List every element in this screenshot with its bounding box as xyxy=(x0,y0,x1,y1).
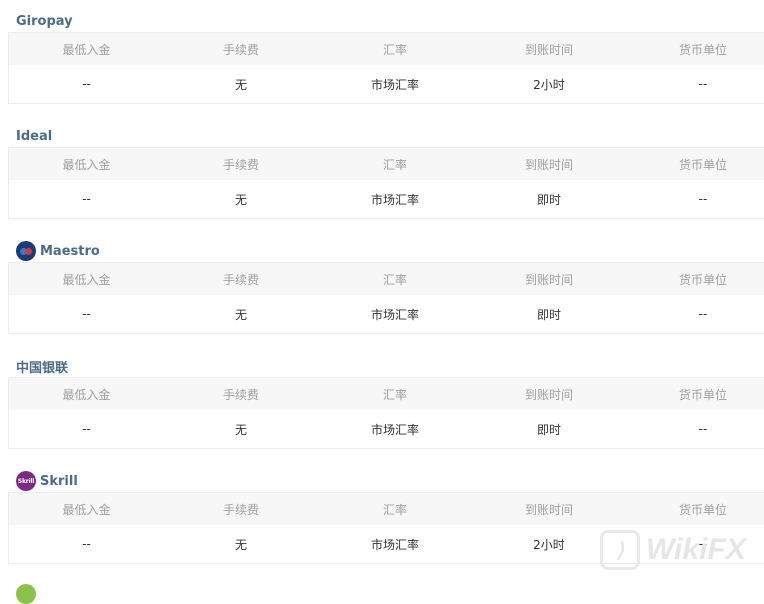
header-arrival-time: 到账时间 xyxy=(524,42,573,57)
method-title-text: Ideal xyxy=(16,128,53,144)
header-fee: 手续费 xyxy=(222,272,259,287)
cell-fee: 无 xyxy=(234,192,247,207)
header-exchange-rate: 汇率 xyxy=(382,387,407,402)
header-min-deposit: 最低入金 xyxy=(62,272,111,287)
header-exchange-rate: 汇率 xyxy=(382,502,407,517)
header-min-deposit: 最低入金 xyxy=(62,42,111,57)
cell-currency: -- xyxy=(698,77,708,91)
header-currency: 货币单位 xyxy=(678,387,727,402)
header-fee: 手续费 xyxy=(222,387,259,402)
table-header-row: 最低入金 手续费 汇率 到账时间 货币单位 xyxy=(9,148,764,180)
method-title-text: 中国银联 xyxy=(16,360,69,376)
cell-min-deposit: -- xyxy=(82,422,91,436)
header-currency: 货币单位 xyxy=(678,272,727,287)
header-currency: 货币单位 xyxy=(678,157,727,172)
method-title-text: Giropay xyxy=(16,13,73,29)
cell-exchange-rate: 市场汇率 xyxy=(370,422,419,437)
cell-min-deposit: -- xyxy=(82,77,91,91)
header-min-deposit: 最低入金 xyxy=(62,502,111,517)
header-fee: 手续费 xyxy=(222,157,259,172)
cell-min-deposit: -- xyxy=(82,537,91,551)
maestro-logo-icon xyxy=(16,241,36,261)
header-min-deposit: 最低入金 xyxy=(62,157,111,172)
header-arrival-time: 到账时间 xyxy=(524,272,573,287)
method-title: Ideal xyxy=(16,125,52,147)
method-title: Giropay xyxy=(16,10,73,32)
table-header-row: 最低入金 手续费 汇率 到账时间 货币单位 xyxy=(9,263,764,295)
header-arrival-time: 到账时间 xyxy=(524,387,573,402)
header-arrival-time: 到账时间 xyxy=(524,157,573,172)
header-arrival-time: 到账时间 xyxy=(524,502,573,517)
header-exchange-rate: 汇率 xyxy=(382,42,407,57)
table-row: -- 无 市场汇率 2小时 -- xyxy=(9,65,764,103)
header-exchange-rate: 汇率 xyxy=(382,272,407,287)
cell-min-deposit: -- xyxy=(82,307,91,321)
cell-exchange-rate: 市场汇率 xyxy=(370,537,419,552)
next-method-logo-icon xyxy=(16,584,36,604)
cell-exchange-rate: 市场汇率 xyxy=(370,307,419,322)
method-table: 最低入金 手续费 汇率 到账时间 货币单位 -- 无 市场汇率 即时 -- xyxy=(8,262,764,334)
method-table: 最低入金 手续费 汇率 到账时间 货币单位 -- 无 市场汇率 即时 -- xyxy=(8,147,764,219)
method-title-text: Skrill xyxy=(40,473,78,489)
cell-currency: -- xyxy=(698,307,708,321)
header-exchange-rate: 汇率 xyxy=(382,157,407,172)
cell-currency: -- xyxy=(698,422,708,436)
cell-fee: 无 xyxy=(234,422,247,437)
method-table: 最低入金 手续费 汇率 到账时间 货币单位 -- 无 市场汇率 即时 -- xyxy=(8,377,764,449)
cell-exchange-rate: 市场汇率 xyxy=(370,192,419,207)
skrill-logo-icon: Skrill xyxy=(16,471,36,491)
method-title-text: Maestro xyxy=(40,243,100,259)
cell-arrival-time: 即时 xyxy=(536,307,561,322)
table-row: -- 无 市场汇率 即时 -- xyxy=(9,410,764,448)
table-row: -- 无 市场汇率 即时 -- xyxy=(9,180,764,218)
header-fee: 手续费 xyxy=(222,502,259,517)
table-row: -- 无 市场汇率 即时 -- xyxy=(9,295,764,333)
cell-arrival-time: 即时 xyxy=(536,192,561,207)
method-table: 最低入金 手续费 汇率 到账时间 货币单位 -- 无 市场汇率 2小时 -- xyxy=(8,32,764,104)
cell-fee: 无 xyxy=(234,537,247,552)
method-title: Maestro xyxy=(16,240,100,262)
watermark-text: WikiFX xyxy=(646,533,746,566)
watermark: ⟩ WikiFX xyxy=(600,530,746,570)
cell-min-deposit: -- xyxy=(82,192,91,206)
header-min-deposit: 最低入金 xyxy=(62,387,111,402)
header-fee: 手续费 xyxy=(222,42,259,57)
table-header-row: 最低入金 手续费 汇率 到账时间 货币单位 xyxy=(9,33,764,65)
watermark-logo-icon: ⟩ xyxy=(600,530,640,570)
table-header-row: 最低入金 手续费 汇率 到账时间 货币单位 xyxy=(9,378,764,410)
cell-arrival-time: 2小时 xyxy=(533,77,565,92)
cell-fee: 无 xyxy=(234,307,247,322)
cell-arrival-time: 即时 xyxy=(536,422,561,437)
cell-exchange-rate: 市场汇率 xyxy=(370,77,419,92)
cell-currency: -- xyxy=(698,192,708,206)
method-title: Skrill Skrill xyxy=(16,470,78,492)
header-currency: 货币单位 xyxy=(678,42,727,57)
table-header-row: 最低入金 手续费 汇率 到账时间 货币单位 xyxy=(9,493,764,525)
cell-fee: 无 xyxy=(234,77,247,92)
header-currency: 货币单位 xyxy=(678,502,727,517)
method-title: 中国银联 xyxy=(16,355,68,377)
